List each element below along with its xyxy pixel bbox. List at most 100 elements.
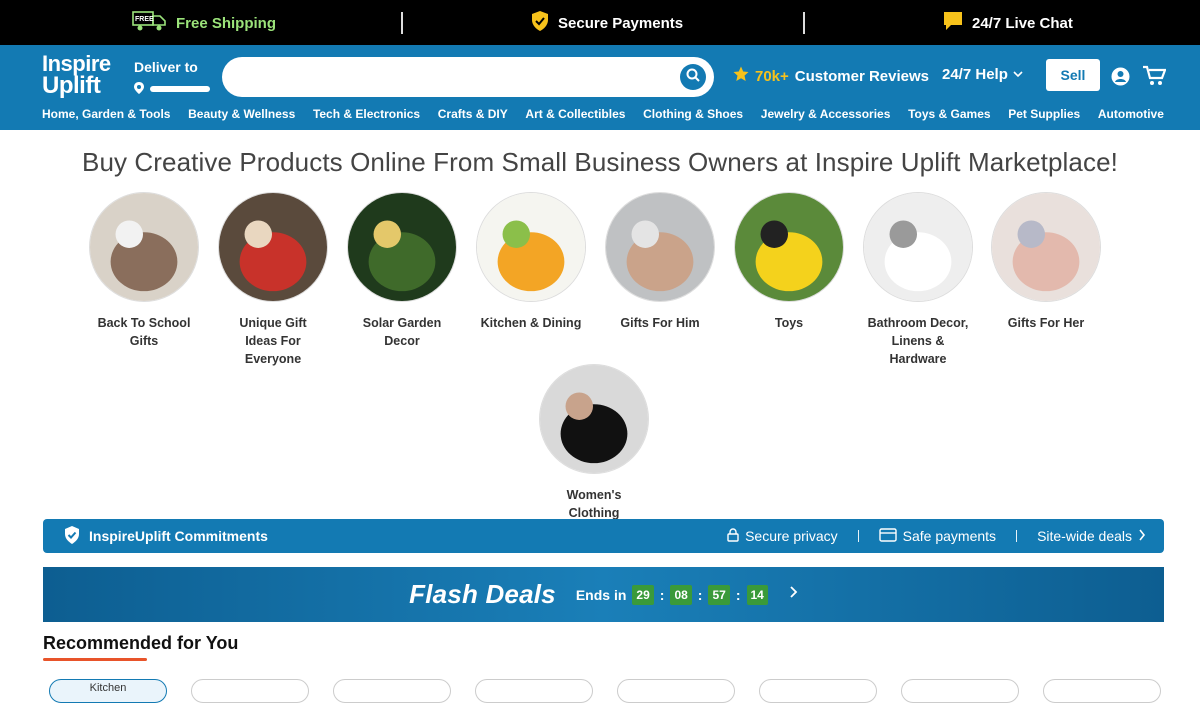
countdown-colon: : <box>659 586 665 603</box>
live-chat-promo[interactable]: 24/7 Live Chat <box>942 10 1073 36</box>
search-button[interactable] <box>680 64 706 90</box>
promo-divider <box>803 12 805 34</box>
category-circle[interactable]: Toys <box>734 192 844 332</box>
commitments-bar[interactable]: InspireUplift Commitments Secure privacy… <box>43 519 1164 553</box>
search-icon <box>686 68 700 87</box>
safe-payments-label: Safe payments <box>902 528 997 544</box>
reviews-label: Customer Reviews <box>794 67 930 85</box>
category-link[interactable]: Tech & Electronics <box>313 107 420 121</box>
category-link[interactable]: Beauty & Wellness <box>188 107 295 121</box>
star-icon <box>733 66 749 86</box>
sell-button[interactable]: Sell <box>1046 59 1100 91</box>
category-image[interactable] <box>347 192 457 302</box>
category-circle-label: Kitchen & Dining <box>480 316 582 330</box>
chip[interactable] <box>901 679 1019 703</box>
chip[interactable] <box>617 679 735 703</box>
category-circle-label: Bathroom Decor, Linens & Hardware <box>867 316 969 366</box>
category-image[interactable] <box>539 364 649 474</box>
help-label: 24/7 Help <box>942 66 1008 83</box>
countdown-seconds: 57 <box>708 584 730 605</box>
cart-icon[interactable] <box>1142 65 1167 92</box>
inspire-uplift-logo[interactable]: Inspire Uplift <box>42 53 111 99</box>
truck-icon: FREE <box>132 10 168 36</box>
chip[interactable] <box>475 679 593 703</box>
category-link[interactable]: Clothing & Shoes <box>643 107 743 121</box>
category-nav: Home, Garden & Tools Beauty & Wellness Tec… <box>0 107 1200 121</box>
recommended-heading: Recommended for You <box>43 633 238 661</box>
category-circle[interactable]: Unique Gift Ideas For Everyone <box>218 192 328 368</box>
site-wide-deals[interactable]: Site-wide deals <box>1037 528 1146 544</box>
commit-divider <box>1016 530 1018 542</box>
chip[interactable] <box>191 679 309 703</box>
promo-divider <box>401 12 403 34</box>
account-icon[interactable] <box>1111 67 1130 91</box>
category-circle[interactable]: Bathroom Decor, Linens & Hardware <box>863 192 973 368</box>
category-link[interactable]: Art & Collectibles <box>525 107 625 121</box>
category-circle[interactable]: Gifts For Her <box>991 192 1101 332</box>
free-shipping-promo: FREE Free Shipping <box>132 10 276 36</box>
logo-line-2: Uplift <box>42 72 101 99</box>
category-circle[interactable]: Women's Clothing <box>539 364 649 522</box>
live-chat-label: 24/7 Live Chat <box>972 14 1073 32</box>
chip-kitchen[interactable]: Kitchen <box>49 679 167 703</box>
secure-payments-label: Secure Payments <box>558 14 684 32</box>
category-circle-label: Back To School Gifts <box>97 316 191 348</box>
category-circle-label: Women's Clothing <box>566 488 622 520</box>
chip[interactable] <box>759 679 877 703</box>
site-header: Inspire Uplift Deliver to 70k+ Customer … <box>0 45 1200 130</box>
commit-divider <box>857 530 859 542</box>
category-circle-label: Unique Gift Ideas For Everyone <box>239 316 307 366</box>
deliver-to[interactable]: Deliver to <box>134 59 210 97</box>
free-shipping-label: Free Shipping <box>176 14 277 32</box>
category-circle[interactable]: Kitchen & Dining <box>476 192 586 332</box>
category-image[interactable] <box>863 192 973 302</box>
countdown-colon: : <box>697 586 703 603</box>
category-image[interactable] <box>218 192 328 302</box>
page-headline: Buy Creative Products Online From Small … <box>82 147 1118 177</box>
category-circle[interactable]: Gifts For Him <box>605 192 715 332</box>
category-image[interactable] <box>476 192 586 302</box>
search-input[interactable] <box>222 57 662 97</box>
category-circles: Back To School Gifts Unique Gift Ideas Fo… <box>0 178 1200 520</box>
customer-reviews-link[interactable]: 70k+ Customer Reviews <box>733 66 929 86</box>
location-pin-icon <box>134 81 144 97</box>
shield-check-icon <box>63 525 81 548</box>
category-image[interactable] <box>89 192 199 302</box>
site-wide-deals-label: Site-wide deals <box>1037 528 1132 544</box>
category-link[interactable]: Crafts & DIY <box>438 107 508 121</box>
category-circle-label: Solar Garden Decor <box>362 316 442 348</box>
lock-icon <box>727 527 739 545</box>
free-badge-text: FREE <box>135 16 154 23</box>
countdown-colon: : <box>735 586 741 603</box>
chevron-right-icon[interactable] <box>788 585 798 604</box>
category-image[interactable] <box>605 192 715 302</box>
category-link[interactable]: Pet Supplies <box>1008 107 1080 121</box>
category-image[interactable] <box>991 192 1101 302</box>
commitments-title: InspireUplift Commitments <box>89 528 268 544</box>
countdown-minutes: 08 <box>670 584 692 605</box>
chip[interactable] <box>333 679 451 703</box>
category-image[interactable] <box>734 192 844 302</box>
secure-privacy: Secure privacy <box>727 527 838 545</box>
help-dropdown[interactable]: 24/7 Help <box>942 66 1024 83</box>
category-link[interactable]: Jewelry & Accessories <box>761 107 891 121</box>
chevron-right-icon <box>1138 528 1146 544</box>
deliver-to-label: Deliver to <box>134 59 198 75</box>
category-link[interactable]: Home, Garden & Tools <box>42 107 170 121</box>
recommended-chips: Kitchen <box>49 679 1161 703</box>
chip[interactable] <box>1043 679 1161 703</box>
recommended-title: Recommended for You <box>43 633 239 653</box>
secure-privacy-label: Secure privacy <box>745 528 838 544</box>
category-circle[interactable]: Solar Garden Decor <box>347 192 457 350</box>
safe-payments: Safe payments <box>878 527 997 545</box>
credit-card-icon <box>878 527 897 545</box>
category-circle[interactable]: Back To School Gifts <box>89 192 199 350</box>
category-circle-label: Gifts For Him <box>620 316 700 330</box>
flash-deals-title: Flash Deals <box>409 579 556 609</box>
ends-in-label: Ends in <box>575 586 627 603</box>
category-link[interactable]: Automotive <box>1098 107 1164 121</box>
promo-bar: FREE Free Shipping Secure Payments 24/7 … <box>0 0 1200 45</box>
category-link[interactable]: Toys & Games <box>908 107 990 121</box>
countdown-centis: 14 <box>746 584 768 605</box>
flash-deals-banner[interactable]: Flash Deals Ends in 29 : 08 : 57 : 14 <box>43 567 1164 622</box>
